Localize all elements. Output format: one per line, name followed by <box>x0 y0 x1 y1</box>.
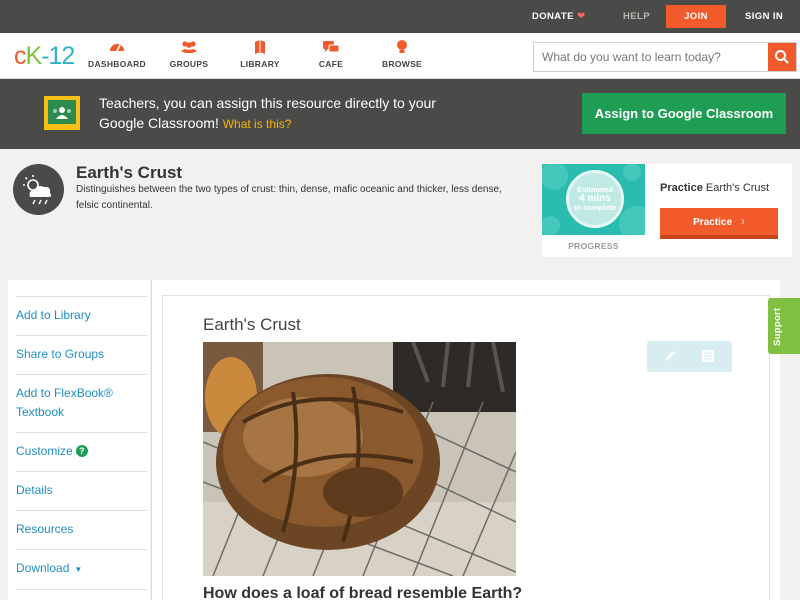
add-to-library-link[interactable]: Add to Library <box>16 296 147 335</box>
library-icon <box>225 39 295 57</box>
article-container: Earth's Crust How does a loaf of bread r… <box>162 295 770 600</box>
practice-heading-bold: Practice <box>660 182 703 194</box>
concept-description: Distinguishes between the two types of c… <box>76 184 502 211</box>
pencil-icon[interactable] <box>662 348 678 364</box>
resources-link[interactable]: Resources <box>16 510 147 549</box>
progress-label: PROGRESS <box>568 241 619 251</box>
support-label: Support <box>772 307 783 346</box>
nav-dashboard-label: DASHBOARD <box>88 59 146 69</box>
help-link[interactable]: HELP <box>623 0 650 33</box>
practice-button[interactable]: Practice › <box>660 208 778 239</box>
join-button[interactable]: JOIN <box>666 5 726 28</box>
classroom-message: Teachers, you can assign this resource d… <box>99 93 449 134</box>
browse-icon <box>367 39 437 57</box>
google-classroom-logo-icon <box>44 96 80 130</box>
practice-heading: Practice Earth's Crust <box>660 182 769 194</box>
download-label: Download <box>16 561 70 575</box>
heart-icon: ❤ <box>576 11 586 22</box>
customize-label: Customize <box>16 444 73 458</box>
progress-estimate-ring: Estimated 4 mins to complete <box>566 170 624 228</box>
bread-loaf-image <box>203 342 516 576</box>
nav-library[interactable]: LIBRARY <box>225 39 295 69</box>
caret-down-icon: ▼ <box>74 565 83 574</box>
progress-illustration: Estimated 4 mins to complete <box>542 164 645 235</box>
content-panel: Earth's Crust How does a loaf of bread r… <box>151 280 780 600</box>
groups-icon <box>154 39 224 57</box>
quick-tips-heading: Quick Tips <box>16 589 147 600</box>
search-button[interactable] <box>768 43 796 71</box>
logo-part-c: c <box>14 42 26 70</box>
chevron-right-icon: › <box>740 214 745 228</box>
nav-browse-label: BROWSE <box>381 59 423 69</box>
nav-groups-label: GROUPS <box>169 59 209 69</box>
dashboard-icon <box>82 39 152 57</box>
help-question-icon[interactable]: ? <box>75 445 88 457</box>
article-question: How does a loaf of bread resemble Earth? <box>203 585 523 600</box>
donate-label: DONATE <box>532 11 574 22</box>
search-input[interactable] <box>534 43 769 71</box>
notes-icon[interactable] <box>700 348 716 364</box>
logo-part-12: -12 <box>41 42 75 70</box>
nav-cafe-label: CAFE <box>318 59 344 69</box>
sign-in-link[interactable]: SIGN IN <box>745 0 783 33</box>
estimate-line-3: to complete <box>573 203 617 212</box>
share-to-groups-link[interactable]: Share to Groups <box>16 335 147 374</box>
donate-link[interactable]: DONATE ❤ <box>532 0 586 33</box>
practice-heading-topic: Earth's Crust <box>705 182 770 194</box>
nav-dashboard[interactable]: DASHBOARD <box>82 39 152 69</box>
main-nav: cK-12 DASHBOARD GROUPS LIBRARY CAFE BROW… <box>0 33 800 79</box>
weather-cloud-icon <box>13 164 64 215</box>
add-to-flexbook-link[interactable]: Add to FlexBook® Textbook <box>16 374 147 432</box>
nav-library-label: LIBRARY <box>240 59 280 69</box>
search-bar <box>533 42 797 72</box>
nav-groups[interactable]: GROUPS <box>154 39 224 69</box>
concept-title: Earth's Crust <box>76 163 183 182</box>
customize-link[interactable]: Customize? <box>16 432 147 471</box>
details-link[interactable]: Details <box>16 471 147 510</box>
search-icon <box>775 50 789 64</box>
top-bar: DONATE ❤ HELP JOIN SIGN IN <box>0 0 800 33</box>
practice-card: Estimated 4 mins to complete PROGRESS Pr… <box>542 164 792 257</box>
google-classroom-banner: Teachers, you can assign this resource d… <box>0 79 800 149</box>
logo-part-k: K <box>25 42 43 70</box>
annotation-toolbar <box>647 341 732 372</box>
support-tab[interactable]: Support <box>768 298 800 354</box>
article-title: Earth's Crust <box>203 315 301 334</box>
what-is-this-link[interactable]: What is this? <box>223 117 292 131</box>
cafe-icon <box>296 39 366 57</box>
download-link[interactable]: Download ▼ <box>16 549 147 589</box>
ck12-logo[interactable]: cK-12 <box>14 42 75 71</box>
practice-button-label: Practice <box>693 217 733 228</box>
nav-browse[interactable]: BROWSE <box>367 39 437 69</box>
assign-to-classroom-button[interactable]: Assign to Google Classroom <box>582 93 786 134</box>
nav-cafe[interactable]: CAFE <box>296 39 366 69</box>
resource-sidebar: Add to Library Share to Groups Add to Fl… <box>8 280 150 600</box>
